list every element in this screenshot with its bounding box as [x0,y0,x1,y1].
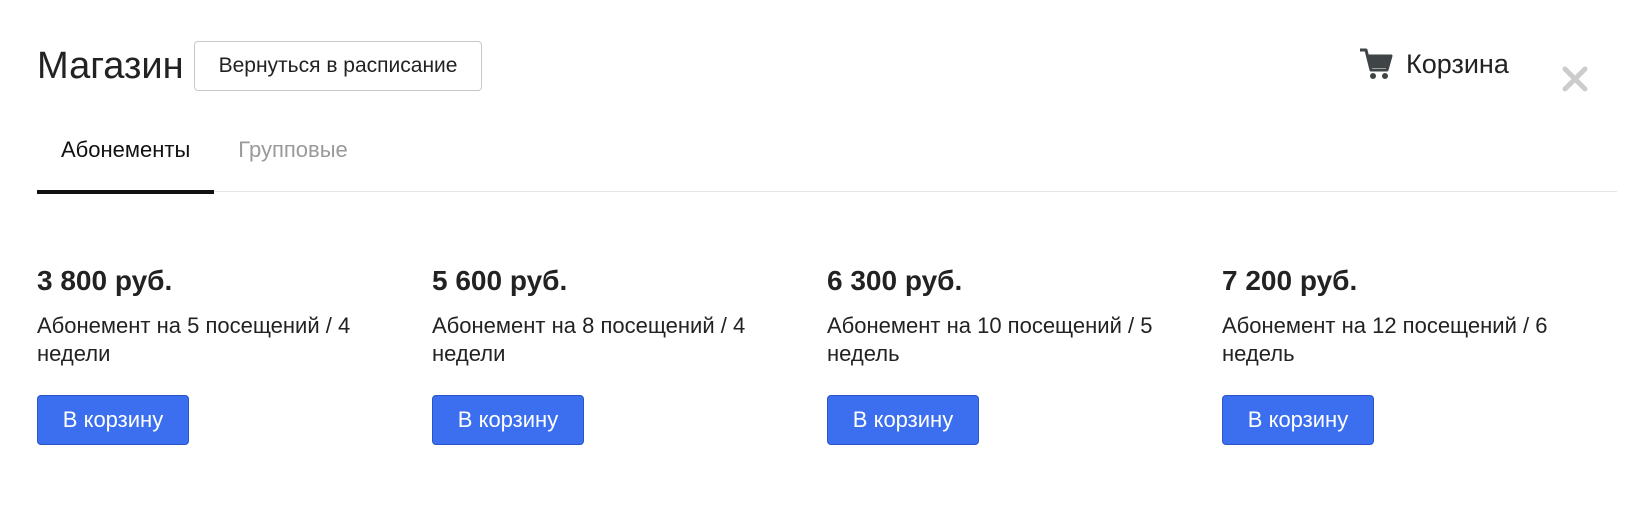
tab-group[interactable]: Групповые [214,120,371,192]
shop-page: Магазин Вернуться в расписание Корзина А… [0,0,1640,506]
cart-label: Корзина [1406,48,1509,79]
cart-icon [1358,46,1394,82]
product-price: 3 800 руб. [37,265,173,296]
product-description: Абонемент на 8 посещений / 4 недели [432,313,746,366]
product-list: 3 800 руб. Абонемент на 5 посещений / 4 … [37,262,1617,445]
add-to-cart-button[interactable]: В корзину [432,395,584,445]
cart-link[interactable]: Корзина [1358,46,1509,82]
tab-subscriptions[interactable]: Абонементы [37,120,215,194]
back-to-schedule-button[interactable]: Вернуться в расписание [193,41,483,91]
product-price: 5 600 руб. [432,265,568,296]
product-description: Абонемент на 5 посещений / 4 недели [37,313,351,366]
product-price: 7 200 руб. [1222,265,1358,296]
tab-bar: Абонементы Групповые [37,120,1617,194]
close-icon[interactable] [1560,64,1590,94]
page-title: Магазин [37,45,184,87]
product-card: 6 300 руб. Абонемент на 10 посещений / 5… [827,262,1222,445]
product-card: 3 800 руб. Абонемент на 5 посещений / 4 … [37,262,432,445]
product-price: 6 300 руб. [827,265,963,296]
add-to-cart-button[interactable]: В корзину [1222,395,1374,445]
add-to-cart-button[interactable]: В корзину [827,395,979,445]
product-description: Абонемент на 10 посещений / 5 недель [827,313,1153,366]
page-header: Магазин Вернуться в расписание [37,41,483,91]
product-card: 5 600 руб. Абонемент на 8 посещений / 4 … [432,262,827,445]
product-description: Абонемент на 12 посещений / 6 недель [1222,313,1548,366]
add-to-cart-button[interactable]: В корзину [37,395,189,445]
product-card: 7 200 руб. Абонемент на 12 посещений / 6… [1222,262,1617,445]
